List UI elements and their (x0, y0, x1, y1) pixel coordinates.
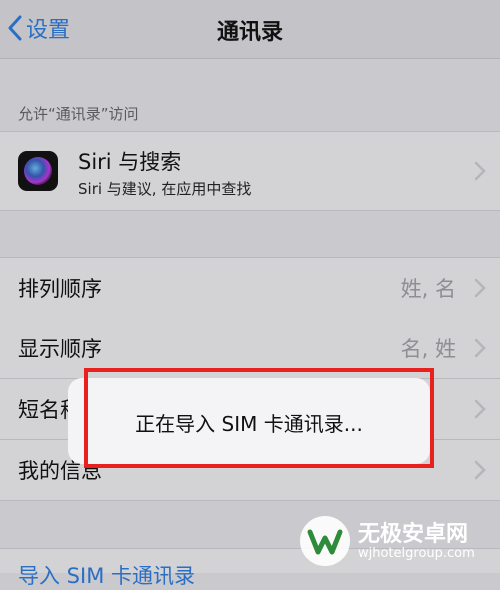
sort-order-label: 排列顺序 (18, 277, 102, 301)
sort-order-value: 姓, 名 (400, 277, 456, 301)
sort-order-row[interactable]: 排列顺序 姓, 名 (0, 257, 500, 319)
watermark: 无极安卓网 wjhotelgroup.com (298, 514, 494, 568)
navigation-bar: 设置 通讯录 (0, 0, 500, 59)
page-title: 通讯录 (216, 20, 283, 45)
chevron-right-icon (474, 460, 486, 480)
chevron-right-icon (474, 399, 486, 419)
watermark-url: wjhotelgroup.com (358, 546, 475, 561)
watermark-title: 无极安卓网 (358, 522, 469, 547)
android-logo-icon (300, 516, 350, 566)
chevron-right-icon (474, 278, 486, 298)
siri-icon (18, 151, 58, 191)
access-section-header: 允许“通讯录”访问 (18, 105, 139, 123)
siri-search-cell[interactable]: Siri 与搜索 Siri 与建议, 在应用中查找 (0, 131, 500, 211)
display-order-value: 名, 姓 (400, 337, 456, 361)
chevron-right-icon (474, 338, 486, 358)
siri-title: Siri 与搜索 (78, 150, 182, 174)
display-order-label: 显示顺序 (18, 337, 102, 361)
chevron-right-icon (474, 161, 486, 181)
import-sim-link[interactable]: 导入 SIM 卡通讯录 (18, 560, 195, 590)
annotation-highlight-box (84, 368, 434, 468)
siri-subtitle: Siri 与建议, 在应用中查找 (78, 180, 252, 198)
